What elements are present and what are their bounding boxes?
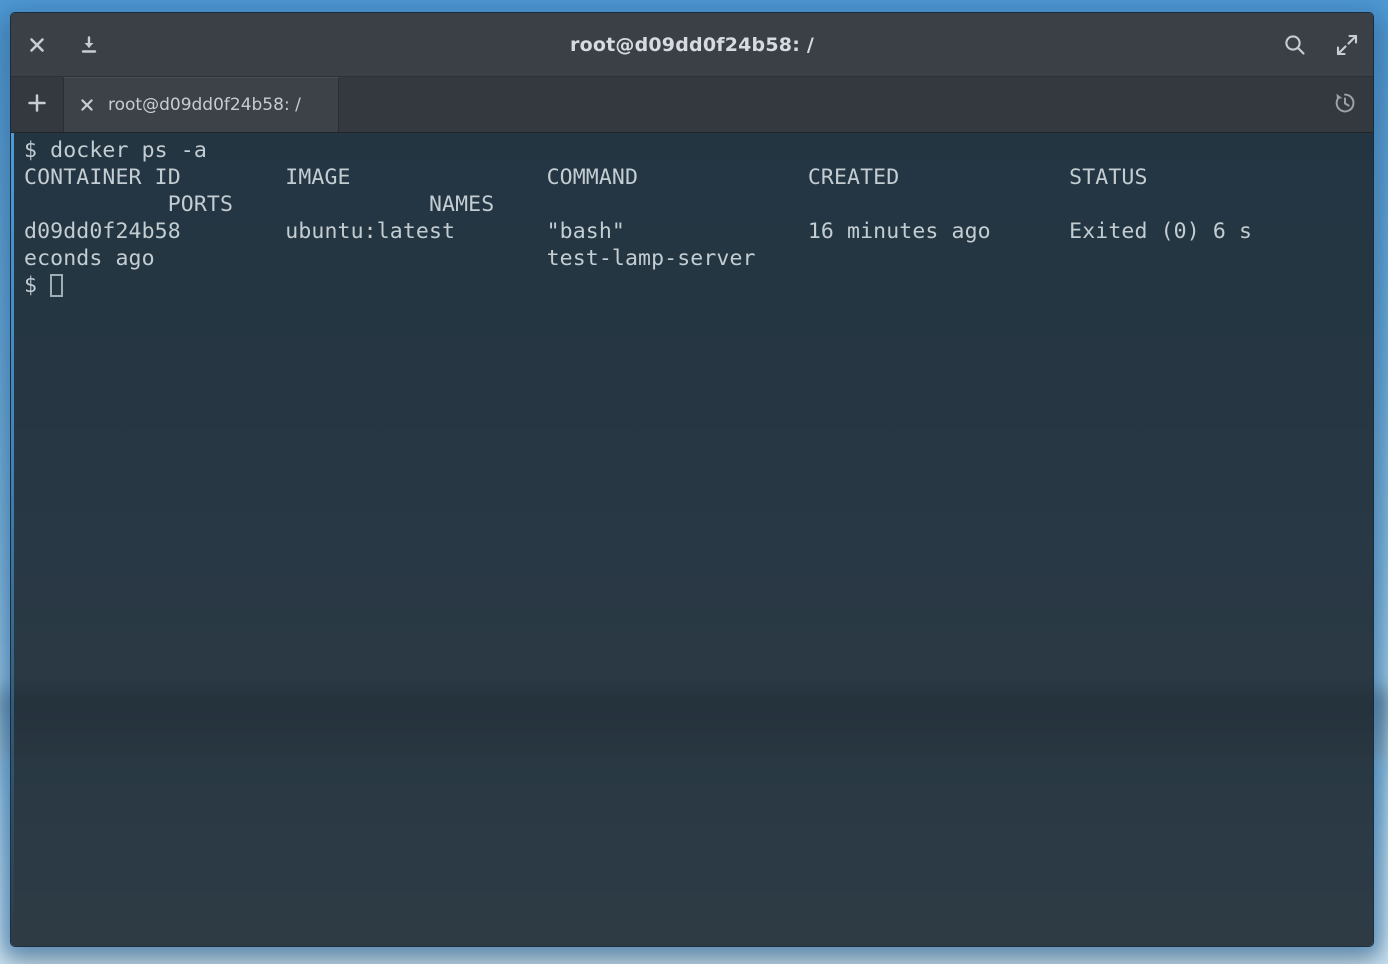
terminal-line-4: econds ago test-lamp-server: [24, 245, 1373, 272]
terminal-line-2: PORTS NAMES: [24, 191, 1373, 218]
history-button[interactable]: [1317, 77, 1373, 132]
plus-icon: [26, 92, 48, 118]
terminal-text-output[interactable]: $ docker ps -a CONTAINER ID IMAGE COMMAN…: [11, 133, 1373, 946]
search-icon: [1282, 32, 1308, 58]
terminal-cursor: [50, 274, 63, 297]
terminal-line-3: d09dd0f24b58 ubuntu:latest "bash" 16 min…: [24, 218, 1373, 245]
close-icon: [27, 35, 47, 55]
download-arrow-icon: [79, 35, 99, 55]
tabbar-spacer: [339, 77, 1317, 132]
tab-bar: root@d09dd0f24b58: /: [11, 77, 1373, 133]
window-title: root@d09dd0f24b58: /: [11, 13, 1373, 77]
prompt-symbol: $: [24, 273, 37, 298]
terminal-line-0: $ docker ps -a: [24, 137, 1373, 164]
terminal-window: root@d09dd0f24b58: / root@d09dd0f24b58: …: [11, 13, 1373, 946]
tab-close-button[interactable]: [76, 94, 98, 116]
tab-label: root@d09dd0f24b58: /: [108, 95, 301, 115]
terminal-prompt-line: $: [24, 272, 1373, 299]
drop-down-button[interactable]: [63, 13, 115, 77]
terminal-content-area[interactable]: $ docker ps -a CONTAINER ID IMAGE COMMAN…: [11, 133, 1373, 946]
history-clock-icon: [1332, 90, 1358, 120]
close-icon: [79, 97, 95, 113]
window-titlebar[interactable]: root@d09dd0f24b58: /: [11, 13, 1373, 77]
new-tab-button[interactable]: [11, 77, 63, 132]
terminal-line-1: CONTAINER ID IMAGE COMMAND CREATED STATU…: [24, 164, 1373, 191]
close-window-button[interactable]: [11, 13, 63, 77]
search-button[interactable]: [1269, 13, 1321, 77]
tab-item-0[interactable]: root@d09dd0f24b58: /: [63, 77, 339, 132]
fullscreen-expand-icon: [1335, 33, 1359, 57]
fullscreen-button[interactable]: [1321, 13, 1373, 77]
